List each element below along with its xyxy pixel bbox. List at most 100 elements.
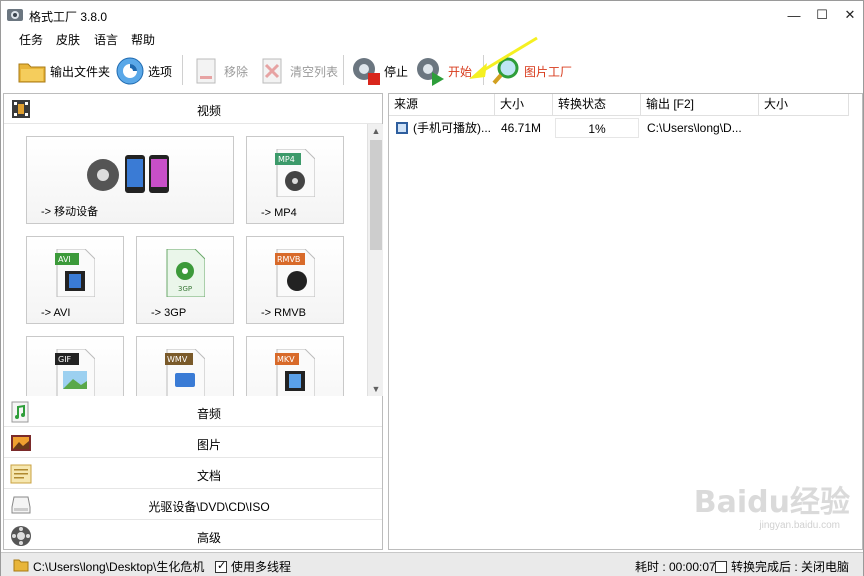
tile-mkv[interactable]: MKV (246, 336, 344, 396)
rmvb-badge-text: RMVB (277, 255, 300, 264)
folder-icon (18, 63, 46, 83)
multithread-label: 使用多线程 (231, 560, 292, 574)
clear-list-icon (262, 58, 282, 84)
menu-task[interactable]: 任务 (19, 31, 43, 48)
multithread-option[interactable]: 使用多线程 (215, 558, 291, 575)
stop-button[interactable]: 停止 (351, 53, 408, 89)
tile-3gp[interactable]: 3GP -> 3GP (136, 236, 234, 324)
scroll-thumb[interactable] (370, 140, 382, 250)
stop-icon (353, 58, 380, 85)
options-label: 选项 (148, 64, 173, 79)
remove-label: 移除 (224, 64, 249, 79)
cell-status: 1% (555, 118, 639, 138)
tile-wmv[interactable]: WMV (136, 336, 234, 396)
cell-output: C:\Users\long\D... (647, 121, 742, 135)
options-button[interactable]: 选项 (115, 53, 172, 89)
window-title: 格式工厂 3.8.0 (29, 10, 108, 24)
start-label: 开始 (448, 64, 473, 79)
category-disc[interactable]: 光驱设备\DVD\CD\ISO (4, 490, 382, 520)
app-window: 格式工厂 3.8.0 — ☐ ✕ 任务 皮肤 语言 帮助 输出文件夹 选项 移除… (0, 0, 864, 576)
tile-rmvb[interactable]: RMVB -> RMVB (246, 236, 344, 324)
category-document-label: 文档 (196, 469, 221, 483)
rmvb-file-icon: RMVB (275, 249, 315, 297)
watermark-brand: Baidu经验 (693, 485, 850, 520)
menu-help[interactable]: 帮助 (131, 31, 155, 48)
format-grid: -> 移动设备 MP4 -> MP4 AVI -> AVI 3GP -> 3GP… (4, 124, 366, 396)
gif-file-icon: GIF (55, 349, 95, 396)
mp4-badge-text: MP4 (278, 155, 295, 164)
video-file-icon (396, 122, 408, 134)
tile-label: -> RMVB (261, 307, 306, 319)
format-grid-scrollbar[interactable]: ▲ ▼ (367, 124, 383, 396)
toolbar-divider (483, 55, 484, 85)
options-icon (116, 57, 144, 85)
mobile-devices-icon (87, 155, 169, 193)
wmv-badge-text: WMV (167, 355, 188, 364)
col-header-output-size[interactable]: 大小 (759, 94, 849, 116)
wmv-file-icon: WMV (165, 349, 205, 396)
category-picture[interactable]: 图片 (4, 428, 382, 458)
category-document[interactable]: 文档 (4, 459, 382, 489)
tile-label: -> 移动设备 (41, 206, 99, 218)
category-advanced-label: 高级 (196, 531, 221, 545)
tile-gif[interactable]: GIF (26, 336, 124, 396)
3gp-file-icon: 3GP (166, 249, 205, 297)
tile-avi[interactable]: AVI -> AVI (26, 236, 124, 324)
after-done-option[interactable]: 转换完成后 : 关闭电脑 (715, 558, 849, 575)
category-advanced[interactable]: 高级 (4, 521, 382, 551)
output-folder-label: 输出文件夹 (50, 64, 111, 79)
watermark-url: jingyan.baidu.com (759, 520, 840, 531)
clear-list-label: 清空列表 (290, 64, 339, 79)
elapsed-time: 耗时 : 00:00:07 (635, 560, 716, 574)
app-icon (7, 9, 23, 21)
col-header-output[interactable]: 输出 [F2] (641, 94, 759, 116)
multithread-checkbox[interactable] (215, 559, 227, 573)
start-button[interactable]: 开始 (415, 53, 472, 89)
tile-label: -> 3GP (151, 307, 187, 319)
picture-factory-button[interactable]: 图片工厂 (491, 53, 572, 89)
mp4-file-icon: MP4 (275, 149, 315, 197)
scroll-down-icon[interactable]: ▼ (368, 382, 384, 396)
start-icon (417, 58, 444, 86)
avi-badge-text: AVI (58, 255, 71, 264)
remove-icon (196, 58, 216, 84)
cell-output-size (761, 118, 849, 138)
picture-factory-label: 图片工厂 (524, 64, 573, 79)
tile-label: -> AVI (41, 307, 71, 319)
folder-icon[interactable] (13, 558, 29, 572)
col-header-status[interactable]: 转换状态 (553, 94, 641, 116)
output-folder-button[interactable]: 输出文件夹 (17, 53, 110, 89)
tile-mobile-device[interactable]: -> 移动设备 (26, 136, 234, 224)
after-done-label: 转换完成后 : 关闭电脑 (731, 560, 850, 574)
category-audio[interactable]: 音频 (4, 397, 382, 427)
avi-file-icon: AVI (55, 249, 95, 297)
stop-label: 停止 (384, 64, 409, 79)
toolbar-divider (182, 55, 183, 85)
mkv-badge-text: MKV (277, 355, 295, 364)
menu-bar: 任务 皮肤 语言 帮助 (1, 29, 863, 49)
category-picture-label: 图片 (196, 438, 221, 452)
output-path: C:\Users\long\Desktop\生化危机 (33, 560, 205, 574)
menu-skin[interactable]: 皮肤 (56, 31, 80, 48)
after-done-checkbox[interactable] (715, 561, 727, 573)
close-button[interactable]: ✕ (833, 1, 864, 29)
category-audio-label: 音频 (196, 407, 221, 421)
tile-label: -> MP4 (261, 207, 297, 219)
cell-source: (手机可播放)... (413, 121, 491, 135)
clear-list-button[interactable]: 清空列表 (257, 53, 338, 89)
magnifier-icon (492, 57, 519, 85)
category-video-label: 视频 (196, 104, 221, 118)
menu-language[interactable]: 语言 (94, 31, 118, 48)
tile-mp4[interactable]: MP4 -> MP4 (246, 136, 344, 224)
category-video[interactable]: 视频 (4, 94, 382, 124)
cell-size: 46.71M (501, 121, 542, 135)
gif-badge-text: GIF (58, 355, 72, 364)
col-header-source[interactable]: 来源 (389, 94, 495, 116)
task-list: 来源 大小 转换状态 输出 [F2] 大小 (手机可播放)... 46.71M … (388, 93, 863, 550)
remove-button[interactable]: 移除 (191, 53, 248, 89)
col-header-size[interactable]: 大小 (495, 94, 553, 116)
mkv-file-icon: MKV (275, 349, 315, 396)
toolbar-divider (343, 55, 344, 85)
scroll-up-icon[interactable]: ▲ (368, 124, 384, 138)
toolbar: 输出文件夹 选项 移除 清空列表 停止 开始 图片工厂 (1, 49, 863, 91)
